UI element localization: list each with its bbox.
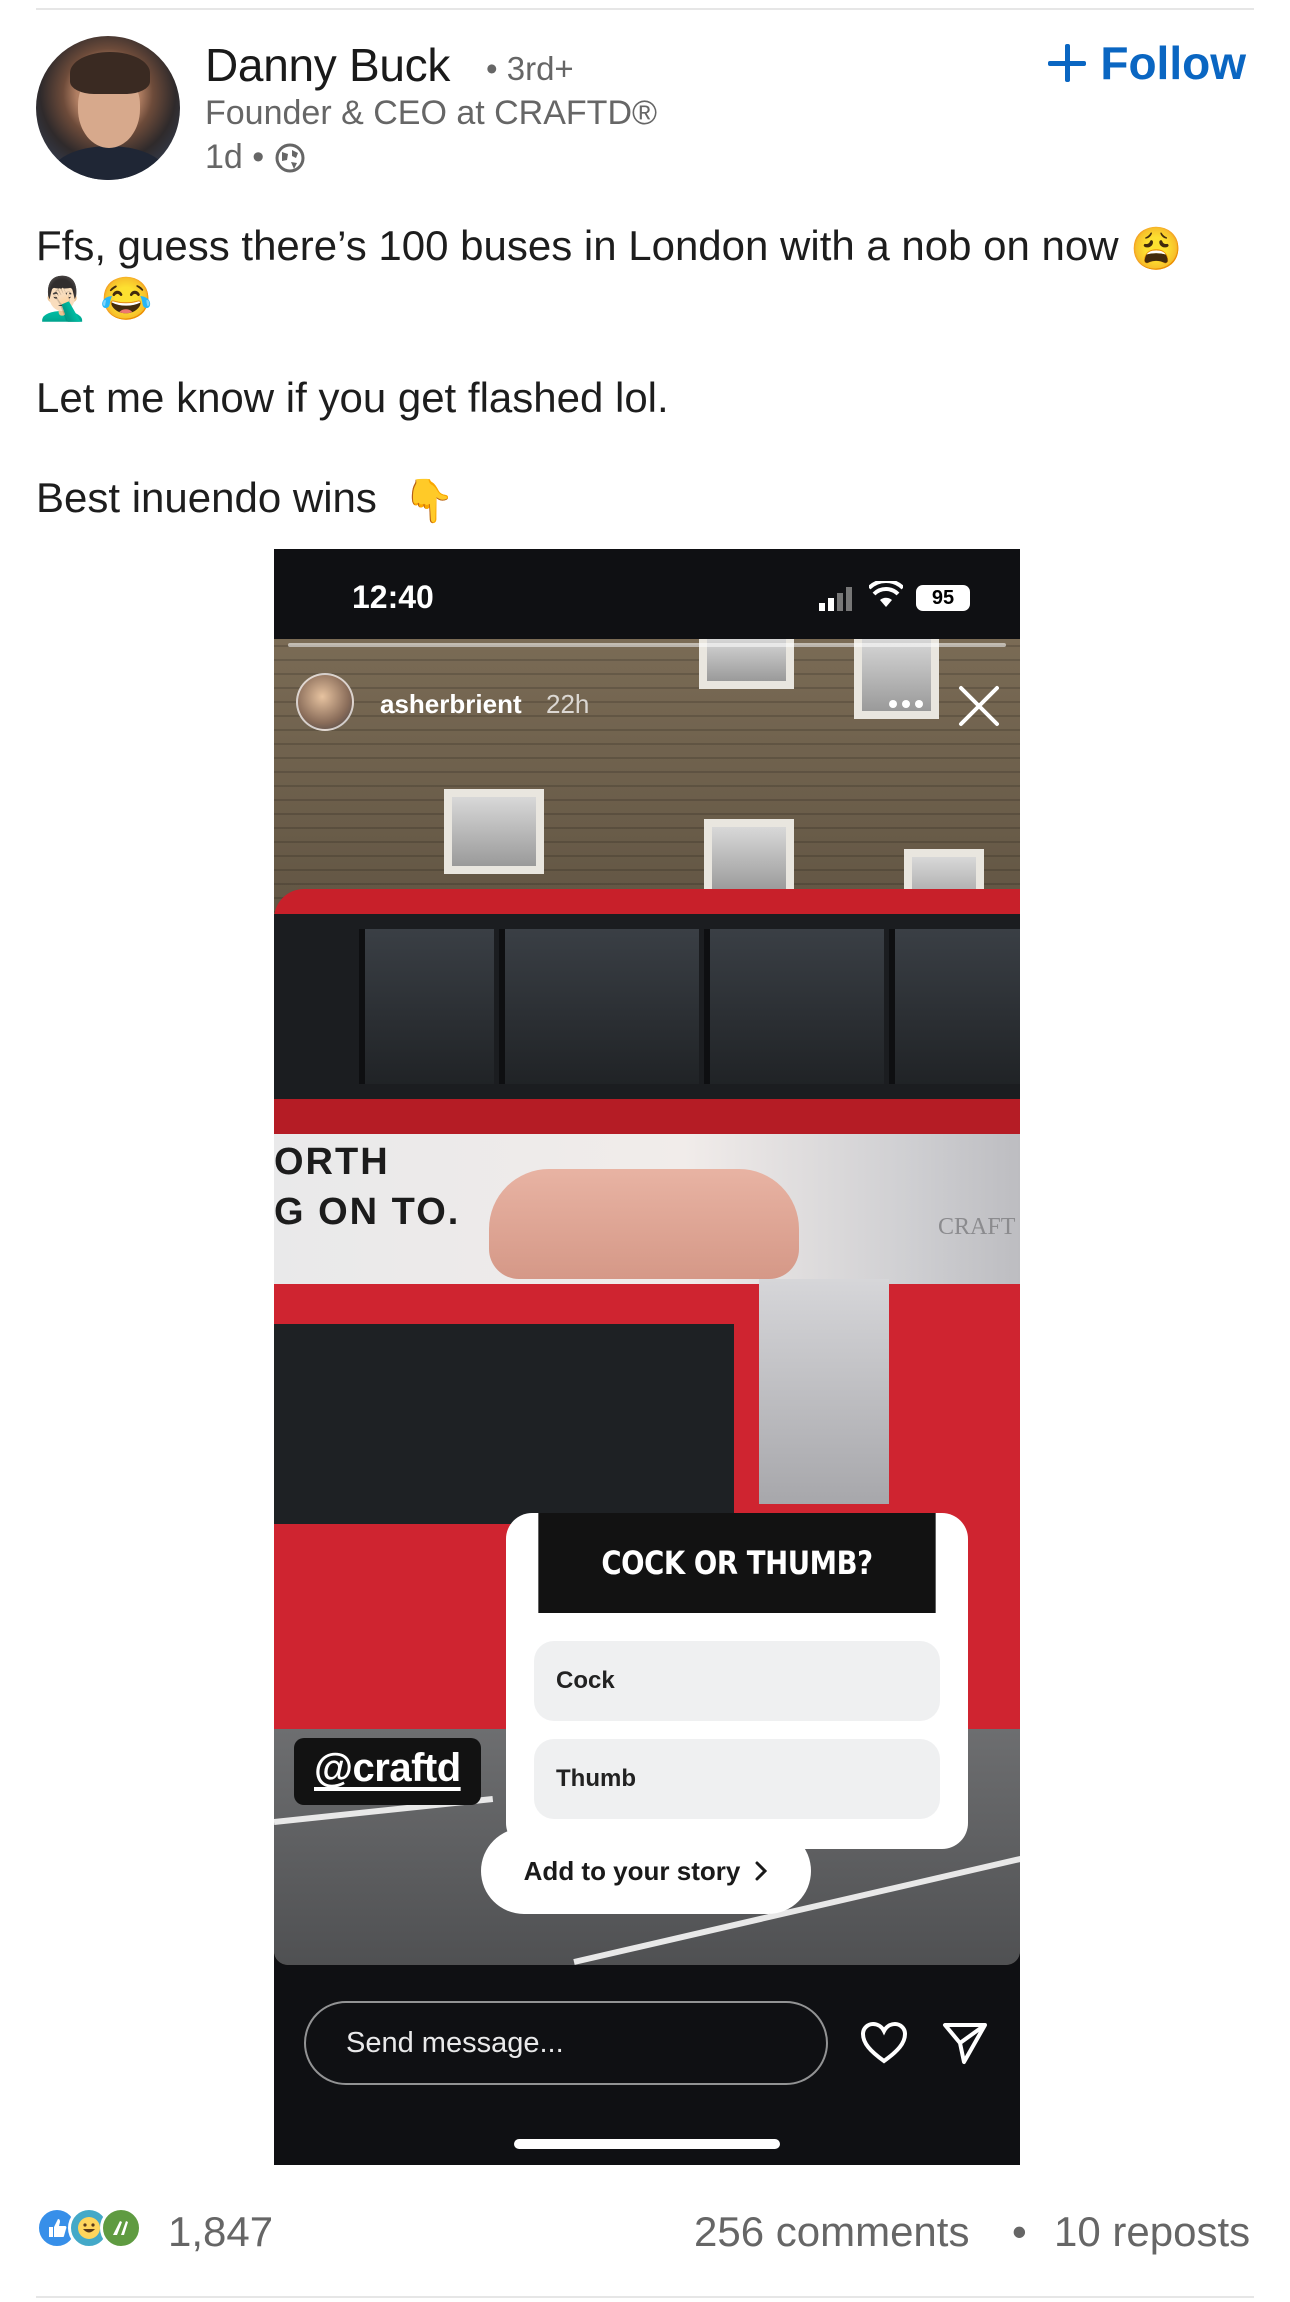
facepalm-laughing-emoji: 🤦🏻‍♂️ 😂 <box>36 274 153 322</box>
post-age: 1d • <box>205 138 265 176</box>
signal-icon <box>819 587 852 611</box>
send-message-input[interactable]: Send message... <box>304 2001 828 2085</box>
follow-label: Follow <box>1100 37 1246 89</box>
send-icon[interactable] <box>942 2021 988 2065</box>
bus-ad-text-1: ORTH <box>274 1141 390 1183</box>
phone-status-bar: 12:40 95 <box>274 549 1020 639</box>
post-line-1-text: Ffs, guess there’s 100 buses in London w… <box>36 222 1119 269</box>
add-to-story-button[interactable]: Add to your story <box>481 1828 811 1914</box>
post-image-story-screenshot[interactable]: 12:40 95 ORTH G ON TO. CRAFT asherbrient… <box>274 549 1020 2165</box>
reposts-count[interactable]: 10 reposts <box>1054 2208 1250 2256</box>
plus-icon <box>1048 44 1087 82</box>
comments-count[interactable]: 256 comments <box>694 2208 969 2256</box>
follow-button[interactable]: Follow <box>1048 36 1246 90</box>
close-icon[interactable] <box>958 685 1000 727</box>
author-name[interactable]: Danny Buck <box>205 38 450 92</box>
globe-icon <box>275 143 305 172</box>
story-username[interactable]: asherbrient <box>380 689 522 720</box>
pointing-down-emoji: 👇 <box>402 476 455 524</box>
wifi-icon <box>869 581 903 607</box>
top-divider <box>36 8 1254 10</box>
poll-option-cock[interactable]: Cock <box>534 1641 940 1721</box>
post-line-4-text: Best inuendo wins <box>36 474 377 521</box>
status-time: 12:40 <box>352 579 434 615</box>
reaction-count[interactable]: 1,847 <box>168 2208 273 2256</box>
story-progress-bar <box>288 643 1006 647</box>
poll-question: COCK OR THUMB? <box>538 1513 936 1613</box>
heart-icon[interactable] <box>860 2021 908 2065</box>
story-user-avatar[interactable] <box>296 673 354 731</box>
bottom-divider <box>36 2296 1254 2298</box>
chevron-right-icon <box>755 1861 768 1881</box>
celebrate-reaction-icon <box>100 2207 142 2249</box>
stats-separator: • <box>1012 2208 1027 2255</box>
add-to-story-label: Add to your story <box>523 1855 741 1886</box>
author-headline: Founder & CEO at CRAFTD® <box>205 94 658 132</box>
home-indicator <box>514 2139 780 2149</box>
reaction-icons[interactable] <box>36 2207 142 2249</box>
post-meta: 1d • <box>205 138 306 177</box>
mention-sticker[interactable]: @craftd <box>294 1738 481 1805</box>
post-text-line-4: Best inuendo wins 👇 <box>36 472 1256 527</box>
post-text-line-2: 🤦🏻‍♂️ 😂 <box>36 270 1256 325</box>
connection-degree: • 3rd+ <box>486 50 574 87</box>
more-icon[interactable] <box>888 699 924 709</box>
post-text-line-3: Let me know if you get flashed lol. <box>36 374 669 421</box>
story-age: 22h <box>546 689 590 719</box>
bus-ad-text-2: G ON TO. <box>274 1191 461 1233</box>
bus-ad-logo: CRAFT <box>938 1214 1016 1240</box>
post-text-line-1: Ffs, guess there’s 100 buses in London w… <box>36 220 1256 275</box>
battery-icon: 95 <box>916 585 970 611</box>
poll-option-thumb[interactable]: Thumb <box>534 1739 940 1819</box>
weary-face-emoji: 😩 <box>1130 224 1183 272</box>
author-avatar[interactable] <box>36 36 180 180</box>
poll-sticker: COCK OR THUMB? Cock Thumb <box>506 1513 968 1849</box>
